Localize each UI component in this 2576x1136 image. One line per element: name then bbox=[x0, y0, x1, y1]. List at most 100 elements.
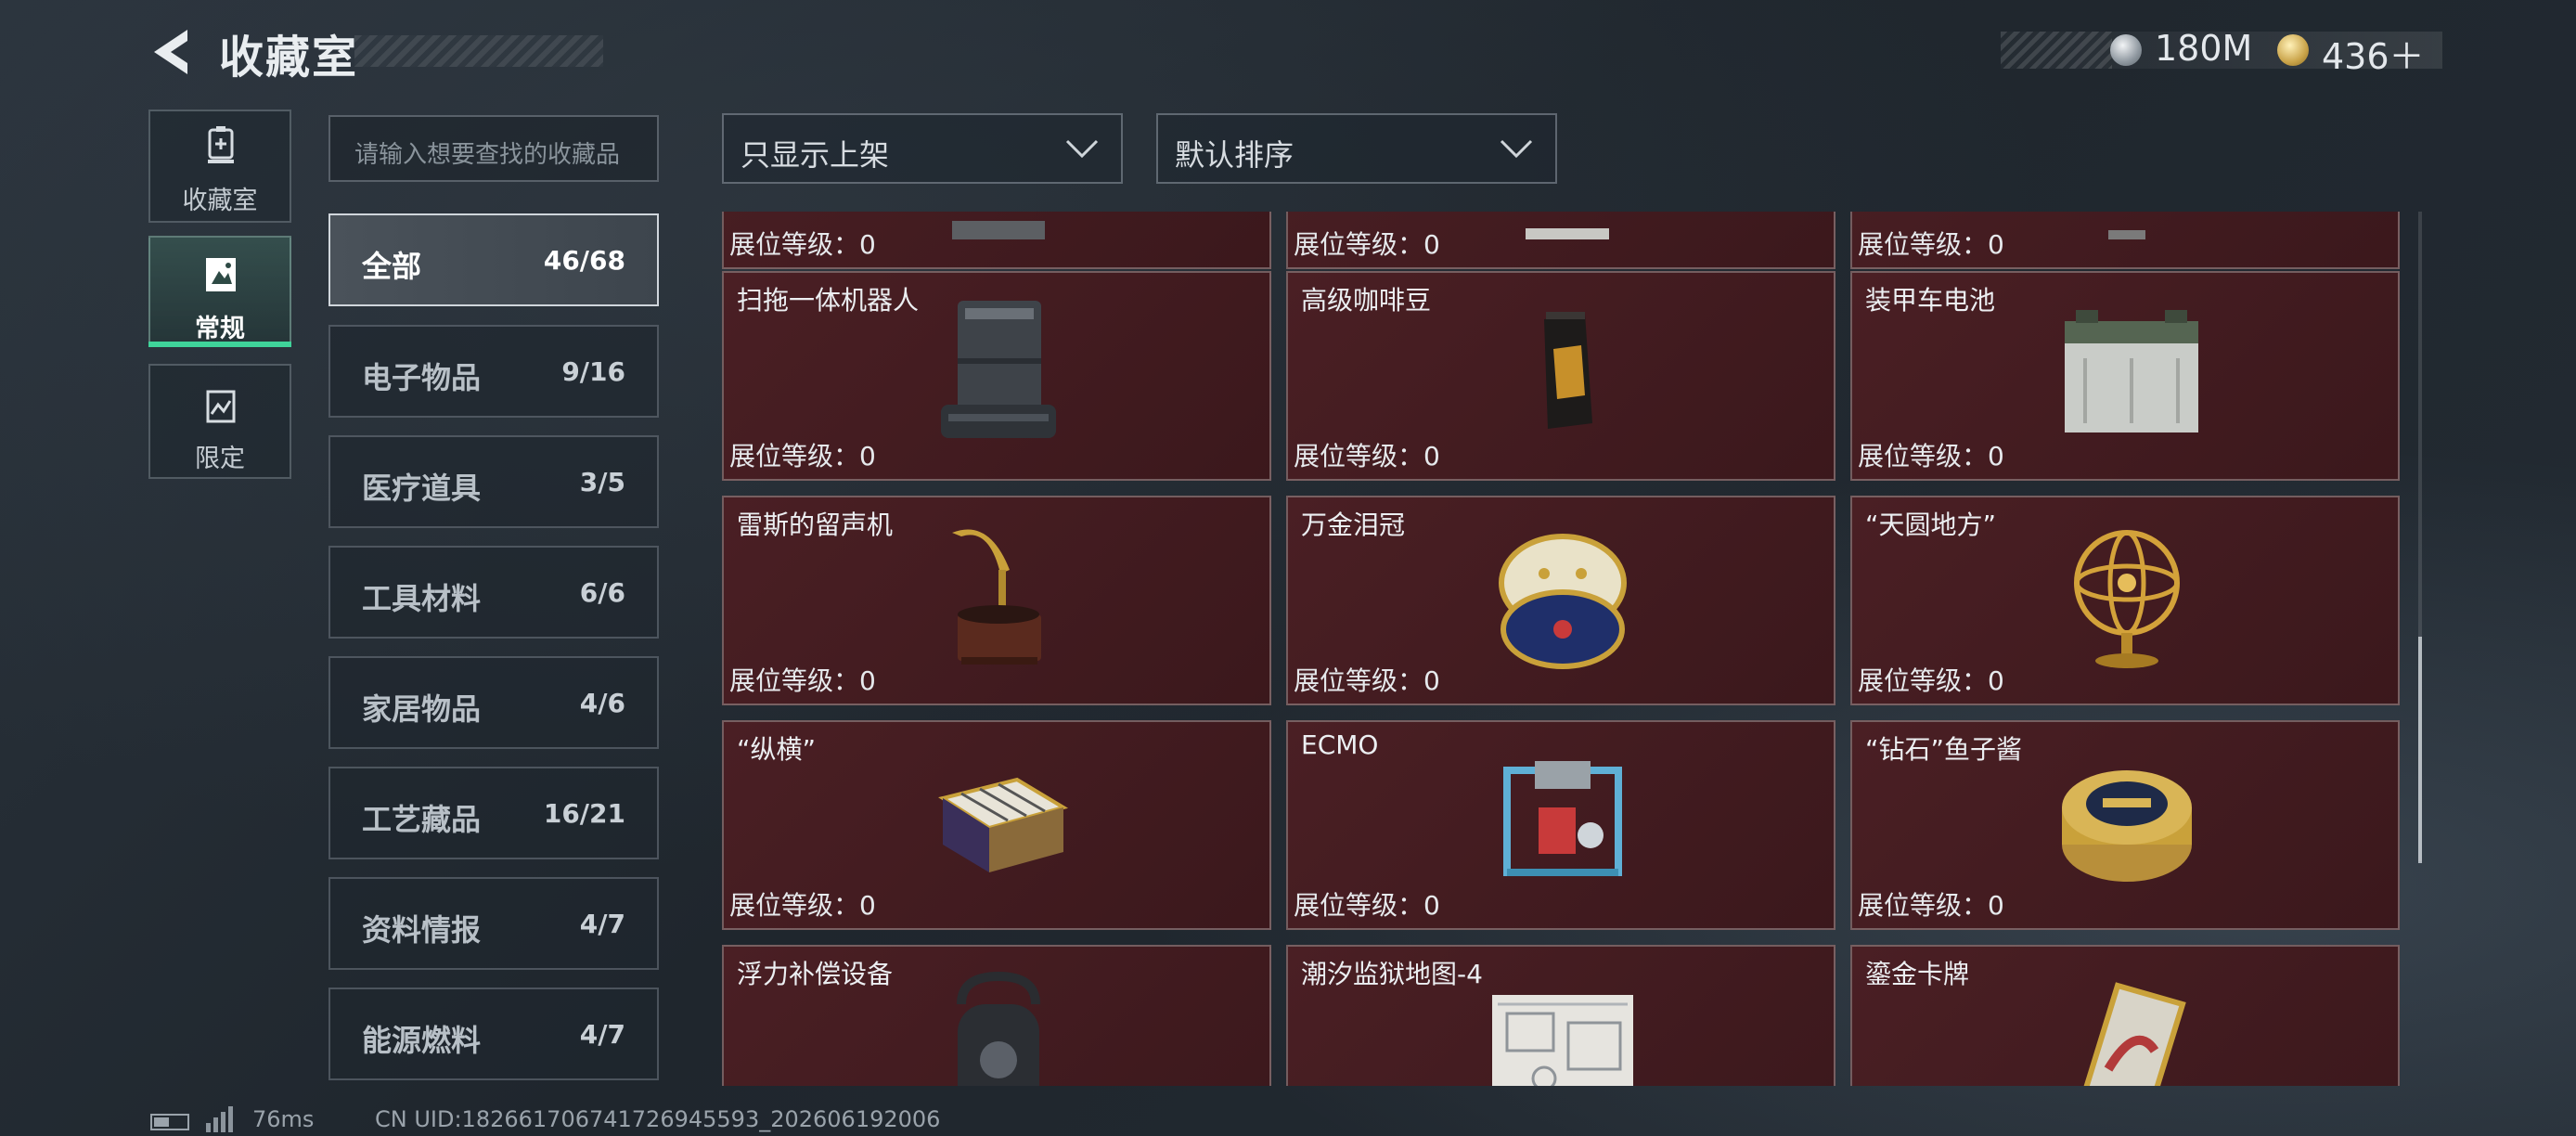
prison-map-icon bbox=[1492, 995, 1633, 1086]
gramophone-icon bbox=[952, 529, 1041, 665]
category-name: 电子物品 bbox=[362, 360, 482, 395]
collection-room-icon bbox=[208, 126, 234, 163]
tab-collection-room-label: 收藏室 bbox=[182, 187, 258, 215]
item-name: 高级咖啡豆 bbox=[1301, 285, 1432, 316]
chess-box-icon bbox=[938, 777, 1069, 872]
collection-item-card[interactable]: “天圆地方” 展位等级：0 bbox=[1850, 496, 2400, 705]
sort-value: 默认排序 bbox=[1175, 137, 1294, 173]
collection-item-card[interactable]: 装甲车电池 展位等级：0 bbox=[1850, 271, 2400, 481]
item-partial-icon bbox=[1526, 228, 1609, 239]
category-count: 4/7 bbox=[579, 909, 625, 939]
collection-item-card[interactable]: 万金泪冠 展位等级：0 bbox=[1286, 496, 1835, 705]
collection-item-card[interactable]: 潮汐监狱地图-4 bbox=[1286, 945, 1835, 1086]
collection-item-card[interactable]: “钻石”鱼子酱 展位等级：0 bbox=[1850, 720, 2400, 930]
category-medical[interactable]: 医疗道具 3/5 bbox=[328, 435, 659, 528]
collection-item-card[interactable]: “纵横” 展位等级：0 bbox=[722, 720, 1271, 930]
category-name: 能源燃料 bbox=[362, 1023, 482, 1058]
display-level: 展位等级：0 bbox=[1294, 441, 1440, 471]
back-button[interactable] bbox=[147, 26, 195, 78]
collection-item-card[interactable]: ECMO 展位等级：0 bbox=[1286, 720, 1835, 930]
tab-regular-label: 常规 bbox=[195, 315, 245, 343]
category-count: 46/68 bbox=[543, 245, 625, 276]
display-level: 展位等级：0 bbox=[729, 665, 876, 696]
jeweled-egg-icon bbox=[1499, 534, 1627, 669]
gold-coin-icon bbox=[2277, 34, 2309, 66]
item-partial-icon bbox=[952, 221, 1045, 239]
signal-strength-icon bbox=[213, 1117, 218, 1132]
limited-icon bbox=[206, 390, 236, 423]
battery-icon bbox=[150, 1114, 189, 1130]
gilded-card-icon bbox=[2083, 982, 2186, 1086]
display-level: 展位等级：0 bbox=[1858, 665, 2004, 696]
category-name: 家居物品 bbox=[362, 691, 482, 727]
sort-dropdown[interactable]: 默认排序 bbox=[1156, 113, 1557, 184]
tab-limited[interactable]: 限定 bbox=[148, 364, 291, 479]
header-decoration bbox=[354, 35, 603, 67]
active-tab-indicator bbox=[148, 342, 291, 347]
item-name: ECMO bbox=[1301, 729, 1379, 760]
signal-strength-icon bbox=[221, 1112, 225, 1132]
category-crafts[interactable]: 工艺藏品 16/21 bbox=[328, 767, 659, 859]
category-intel[interactable]: 资料情报 4/7 bbox=[328, 877, 659, 970]
category-energy[interactable]: 能源燃料 4/7 bbox=[328, 988, 659, 1080]
collection-item-card[interactable]: 展位等级：0 bbox=[722, 212, 1271, 269]
display-level: 展位等级：0 bbox=[1294, 665, 1440, 696]
item-name: “天圆地方” bbox=[1865, 510, 1997, 540]
collection-item-card[interactable]: 高级咖啡豆 展位等级：0 bbox=[1286, 271, 1835, 481]
page-title: 收藏室 bbox=[219, 32, 359, 84]
display-level: 展位等级：0 bbox=[729, 229, 876, 260]
search-input[interactable]: 请输入想要查找的收藏品 bbox=[328, 115, 659, 182]
battery-icon bbox=[2065, 310, 2198, 432]
display-filter-dropdown[interactable]: 只显示上架 bbox=[722, 113, 1123, 184]
gold-currency-amount[interactable]: 436＋ bbox=[2322, 28, 2425, 79]
display-level: 展位等级：0 bbox=[729, 441, 876, 471]
item-name: 鎏金卡牌 bbox=[1865, 959, 1970, 989]
category-household[interactable]: 家居物品 4/6 bbox=[328, 656, 659, 749]
category-count: 6/6 bbox=[579, 577, 625, 608]
collection-item-card[interactable]: 鎏金卡牌 bbox=[1850, 945, 2400, 1086]
item-name: 装甲车电池 bbox=[1865, 285, 1996, 316]
tab-regular[interactable]: 常规 bbox=[148, 236, 291, 343]
currency-bar-decoration bbox=[2001, 32, 2112, 69]
grid-scrollbar-thumb[interactable] bbox=[2418, 637, 2422, 863]
category-name: 资料情报 bbox=[362, 912, 482, 948]
buoyancy-device-icon bbox=[957, 971, 1040, 1086]
collection-item-card[interactable]: 雷斯的留声机 展位等级：0 bbox=[722, 496, 1271, 705]
back-arrow-icon bbox=[154, 30, 187, 74]
ecmo-machine-icon bbox=[1503, 761, 1622, 876]
category-all[interactable]: 全部 46/68 bbox=[328, 213, 659, 306]
category-name: 工具材料 bbox=[362, 581, 482, 616]
item-name: 浮力补偿设备 bbox=[737, 959, 894, 989]
tab-collection-room[interactable]: 收藏室 bbox=[148, 110, 291, 223]
collection-grid[interactable]: 展位等级：0 展位等级：0 展位等级：0 扫拖一体机器人 展位等级：0 高级咖啡… bbox=[720, 212, 2418, 1086]
user-uid: CN UID:1826617067417269455​93_2026061920… bbox=[375, 1106, 941, 1132]
collection-item-card[interactable]: 扫拖一体机器人 展位等级：0 bbox=[722, 271, 1271, 481]
collection-item-card[interactable]: 浮力补偿设备 bbox=[722, 945, 1271, 1086]
armillary-sphere-icon bbox=[2074, 530, 2180, 668]
display-level: 展位等级：0 bbox=[1858, 229, 2004, 260]
item-name: 扫拖一体机器人 bbox=[737, 285, 920, 316]
chevron-down-icon bbox=[1500, 139, 1533, 159]
collection-item-card[interactable]: 展位等级：0 bbox=[1286, 212, 1835, 269]
silver-coin-icon bbox=[2110, 34, 2142, 66]
signal-strength-icon bbox=[228, 1106, 233, 1132]
robot-vacuum-icon bbox=[941, 301, 1056, 438]
collection-item-card[interactable]: 展位等级：0 bbox=[1850, 212, 2400, 269]
ping-indicator: 76ms bbox=[252, 1106, 315, 1132]
category-name: 医疗道具 bbox=[362, 471, 482, 506]
category-tools[interactable]: 工具材料 6/6 bbox=[328, 546, 659, 639]
category-count: 4/7 bbox=[579, 1019, 625, 1050]
caviar-tin-icon bbox=[2062, 770, 2192, 882]
category-count: 9/16 bbox=[561, 356, 625, 387]
display-level: 展位等级：0 bbox=[1294, 890, 1440, 921]
category-count: 4/6 bbox=[579, 688, 625, 718]
display-level: 展位等级：0 bbox=[1294, 229, 1440, 260]
regular-icon bbox=[206, 258, 236, 291]
category-name: 全部 bbox=[362, 249, 422, 284]
display-filter-value: 只显示上架 bbox=[741, 137, 890, 173]
coffee-bag-icon bbox=[1544, 312, 1592, 429]
display-level: 展位等级：0 bbox=[729, 890, 876, 921]
category-electronics[interactable]: 电子物品 9/16 bbox=[328, 325, 659, 418]
display-level: 展位等级：0 bbox=[1858, 441, 2004, 471]
silver-currency-amount: 180M bbox=[2155, 28, 2253, 69]
